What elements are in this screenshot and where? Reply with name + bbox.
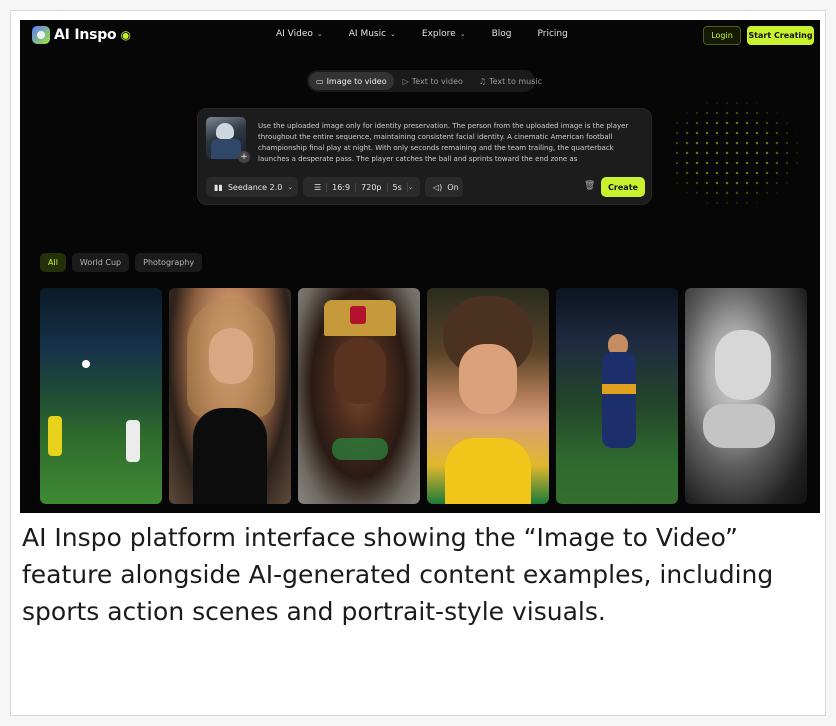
player-shape [126, 420, 140, 462]
duration-value: 5s [388, 182, 408, 192]
login-button[interactable]: Login [703, 26, 741, 45]
dot-grid-decoration [672, 98, 802, 208]
gallery-item-soccer-celebration[interactable] [556, 288, 678, 504]
face-shape [459, 344, 517, 414]
create-button[interactable]: Create [601, 177, 645, 197]
tab-image-to-video[interactable]: ▭ Image to video [309, 72, 394, 90]
bars-icon: ▮▮ [214, 182, 223, 192]
filter-photography[interactable]: Photography [135, 253, 203, 272]
filter-world-cup[interactable]: World Cup [71, 253, 130, 272]
gallery-item-bw-portrait[interactable] [685, 288, 807, 504]
tab-text-to-music-label: Text to music [489, 76, 543, 86]
add-image-icon[interactable]: + [238, 151, 250, 163]
audio-toggle-value: On [447, 182, 459, 192]
brand-name: AI Inspo [54, 27, 117, 43]
gallery-filters: All World Cup Photography [40, 253, 203, 272]
top-nav: AI Inspo ◉ AI Video ⌄ AI Music ⌄ Explore… [20, 20, 820, 52]
face-shape [209, 328, 253, 384]
nav-blog[interactable]: Blog [492, 29, 512, 39]
nav-ai-music[interactable]: AI Music ⌄ [349, 29, 396, 39]
tab-text-to-video-label: Text to video [411, 76, 463, 86]
gallery [40, 288, 807, 504]
nav-pricing-label: Pricing [537, 29, 568, 39]
tab-text-to-video[interactable]: ▷ Text to video [396, 72, 470, 90]
chevron-down-icon: ⌄ [316, 30, 323, 38]
chevron-down-icon: ⌄ [459, 30, 466, 38]
helmet-shape [216, 123, 234, 139]
ratio-value: 16:9 [327, 182, 357, 192]
runner-shape [602, 352, 636, 448]
face-shape [715, 330, 771, 400]
music-icon: ♫ [478, 76, 487, 86]
shirt-shape [445, 438, 531, 504]
image-video-icon: ▭ [316, 76, 324, 86]
gallery-item-child-portrait[interactable] [427, 288, 549, 504]
tab-text-to-music[interactable]: ♫ Text to music [472, 72, 549, 90]
sliders-icon: ☰ [309, 182, 328, 192]
logo-icon [32, 26, 50, 44]
nav-explore-label: Explore [421, 29, 456, 39]
player-shape [48, 416, 62, 456]
dress-shape [193, 408, 267, 504]
gem-shape [350, 306, 366, 324]
hand-shape [703, 404, 775, 448]
model-select-value: Seedance 2.0 [227, 182, 283, 192]
model-select[interactable]: ▮▮ Seedance 2.0 ⌄ [206, 177, 298, 197]
nav-ai-video-label: AI Video [276, 29, 313, 39]
audio-toggle[interactable]: ◁) On [425, 177, 463, 197]
mode-tabs: ▭ Image to video ▷ Text to video ♫ Text … [307, 70, 542, 92]
speaker-icon: ◁) [433, 182, 443, 192]
chevron-down-icon: ⌄ [390, 30, 396, 38]
brand-logo[interactable]: AI Inspo ◉ [32, 26, 131, 44]
output-options[interactable]: ☰ 16:9 720p 5s ⌄ [303, 177, 420, 197]
prompt-input[interactable]: Use the uploaded image only for identity… [258, 121, 643, 165]
chevron-down-icon: ⌄ [407, 183, 414, 191]
app-screenshot: AI Inspo ◉ AI Video ⌄ AI Music ⌄ Explore… [20, 20, 820, 513]
logo-dot-icon: ◉ [120, 28, 131, 42]
nav-blog-label: Blog [491, 29, 512, 39]
gallery-item-soccer-match[interactable] [40, 288, 162, 504]
filter-all[interactable]: All [40, 253, 66, 272]
figure-caption: AI Inspo platform interface showing the … [22, 523, 774, 626]
prompt-card: + Use the uploaded image only for identi… [197, 108, 652, 205]
nav-explore[interactable]: Explore ⌄ [422, 29, 466, 39]
resolution-value: 720p [356, 182, 388, 192]
ball-shape [82, 360, 90, 368]
gallery-item-blonde-portrait[interactable] [169, 288, 291, 504]
face-shape [334, 338, 386, 404]
nav-ai-video[interactable]: AI Video ⌄ [276, 29, 323, 39]
necklace-shape [332, 438, 388, 460]
nav-pricing[interactable]: Pricing [537, 29, 567, 39]
tab-image-to-video-label: Image to video [326, 76, 387, 86]
text-video-icon: ▷ [402, 76, 409, 86]
jersey-shape [211, 139, 241, 159]
start-creating-button[interactable]: Start Creating [747, 26, 814, 45]
chevron-down-icon: ⌄ [287, 183, 294, 191]
gallery-item-crown-portrait[interactable] [298, 288, 420, 504]
stripe-shape [602, 384, 636, 394]
nav-links: AI Video ⌄ AI Music ⌄ Explore ⌄ Blog Pri… [276, 29, 568, 39]
nav-ai-music-label: AI Music [348, 29, 387, 39]
trash-icon[interactable]: 🗑 [584, 181, 595, 191]
